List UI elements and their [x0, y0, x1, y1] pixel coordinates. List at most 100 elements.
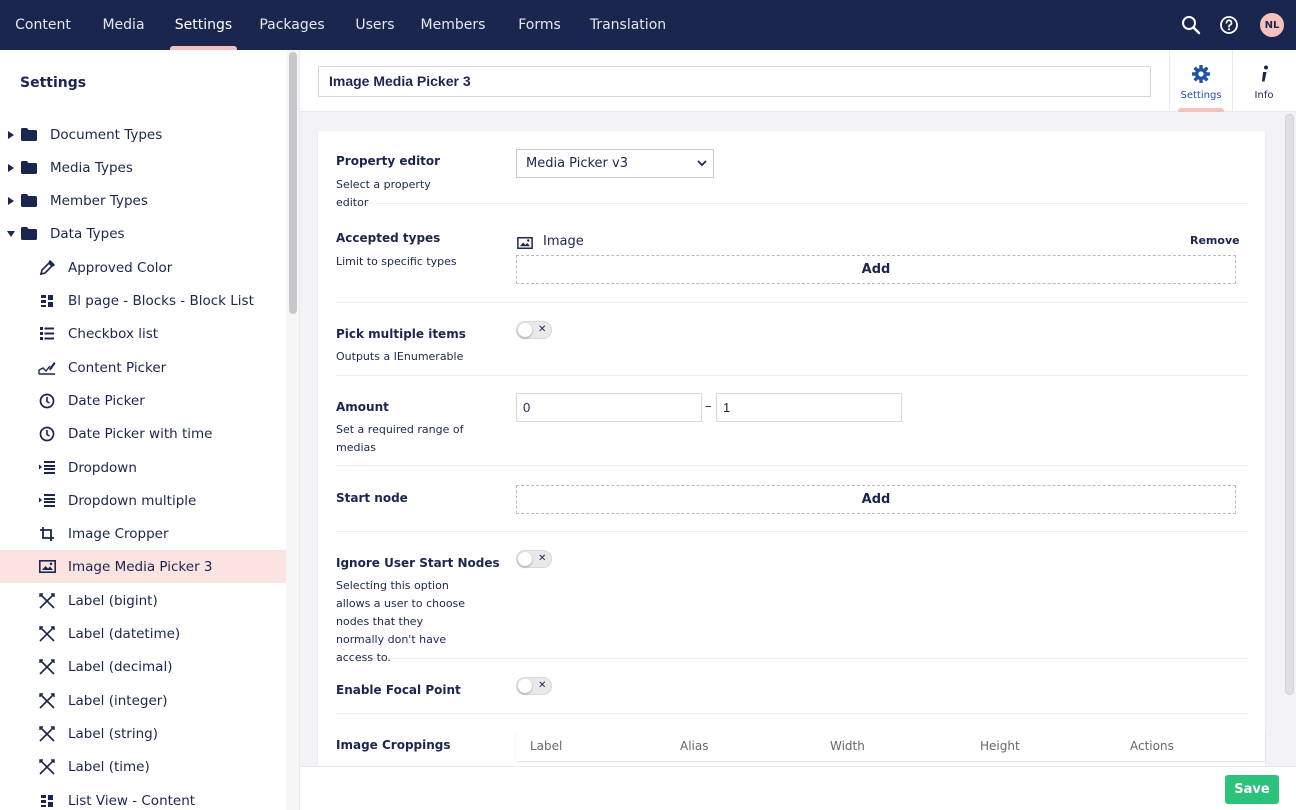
- settings-panel: Property editor Select a property editor…: [318, 131, 1265, 810]
- tree-item-image-media-picker-3[interactable]: Image Media Picker 3: [0, 550, 286, 583]
- close-icon: ✕: [538, 324, 547, 335]
- property-label: Start node: [336, 491, 408, 505]
- tree-label: Label (datetime): [68, 625, 181, 642]
- tree-item-label-bigint[interactable]: Label (bigint): [0, 584, 286, 617]
- crop-icon: [38, 525, 56, 543]
- folder-icon: [20, 126, 38, 144]
- column-width: Width: [830, 739, 865, 753]
- amount-max-input[interactable]: 1: [716, 393, 902, 422]
- property-editor-select[interactable]: Media Picker v3: [516, 149, 714, 178]
- block-list-icon: [38, 292, 56, 310]
- caret-right-icon[interactable]: [6, 130, 16, 140]
- checkbox-list-icon: [38, 325, 56, 343]
- property-label: Image Croppings: [336, 738, 451, 752]
- nav-packages[interactable]: Packages: [237, 0, 347, 50]
- caret-right-icon[interactable]: [6, 163, 16, 173]
- tab-settings-label: Settings: [1180, 90, 1222, 101]
- tree-label: Approved Color: [68, 259, 173, 276]
- nav-forms[interactable]: Forms: [503, 0, 576, 50]
- tree-item-dropdown-multiple[interactable]: Dropdown multiple: [0, 484, 286, 517]
- nav-members[interactable]: Members: [403, 0, 503, 50]
- chevron-down-icon: [697, 150, 707, 187]
- croppings-table-header: Label Alias Width Height Actions: [516, 731, 1265, 761]
- caret-down-icon[interactable]: [6, 229, 16, 239]
- nav-media[interactable]: Media: [86, 0, 161, 50]
- tree-label: Bl page - Blocks - Block List: [68, 292, 254, 309]
- tree-label: Member Types: [50, 192, 148, 209]
- sidebar-scrollbar-thumb[interactable]: [289, 52, 297, 314]
- tree-item-label-string[interactable]: Label (string): [0, 717, 286, 750]
- dropdown-list-icon: [38, 492, 56, 510]
- tree-label: Label (time): [68, 758, 150, 775]
- caret-right-icon[interactable]: [6, 196, 16, 206]
- label-icon: [38, 758, 56, 776]
- tree-section-media-types[interactable]: Media Types: [0, 151, 286, 184]
- nav-settings[interactable]: Settings: [170, 0, 237, 50]
- tree-item-approved-color[interactable]: Approved Color: [0, 251, 286, 284]
- tree-item-date-picker-with-time[interactable]: Date Picker with time: [0, 417, 286, 450]
- tab-info[interactable]: Info: [1232, 50, 1295, 112]
- tree-item-content-picker[interactable]: Content Picker: [0, 351, 286, 384]
- property-description: Outputs a IEnumerable: [336, 350, 464, 363]
- search-icon[interactable]: [1172, 0, 1210, 50]
- tree-section-data-types[interactable]: Data Types: [0, 217, 286, 250]
- toggle-knob: [518, 679, 532, 693]
- toggle-knob: [518, 323, 532, 337]
- editor-scrollbar[interactable]: [1283, 112, 1296, 767]
- pick-multiple-row: Pick multiple items Outputs a IEnumerabl…: [336, 303, 1248, 376]
- tree-item-label-decimal[interactable]: Label (decimal): [0, 650, 286, 683]
- tree-item-checkbox-list[interactable]: Checkbox list: [0, 317, 286, 350]
- tree-label: Label (decimal): [68, 658, 173, 675]
- tree-section-member-types[interactable]: Member Types: [0, 184, 286, 217]
- save-button[interactable]: Save: [1225, 775, 1279, 804]
- tree-section-document-types[interactable]: Document Types: [0, 118, 286, 151]
- property-editor-row: Property editor Select a property editor…: [336, 131, 1248, 209]
- tree-label: Document Types: [50, 126, 163, 143]
- tree-label: Label (integer): [68, 692, 168, 709]
- tab-settings[interactable]: Settings: [1169, 50, 1232, 112]
- tree-item-list-view-content[interactable]: List View - Content: [0, 784, 286, 810]
- amount-min-input[interactable]: 0: [516, 393, 702, 422]
- grid-icon: [38, 792, 56, 810]
- editor-scrollbar-thumb[interactable]: [1285, 114, 1294, 695]
- info-icon: [1254, 64, 1274, 87]
- tree-item-image-cropper[interactable]: Image Cropper: [0, 517, 286, 550]
- dropdown-list-icon: [38, 459, 56, 477]
- property-description: Limit to specific types: [336, 255, 457, 268]
- editor-area: Image Media Picker 3 Settings Info Prope…: [300, 50, 1296, 810]
- sidebar-scrollbar[interactable]: [286, 50, 300, 810]
- focal-point-toggle[interactable]: ✕: [516, 677, 552, 695]
- folder-icon: [20, 192, 38, 210]
- tree-item-label-integer[interactable]: Label (integer): [0, 684, 286, 717]
- user-avatar-button[interactable]: NL: [1248, 0, 1296, 50]
- datatype-name-input[interactable]: Image Media Picker 3: [318, 66, 1151, 97]
- property-label: Pick multiple items: [336, 327, 466, 341]
- nav-content[interactable]: Content: [0, 0, 86, 50]
- add-start-node-button[interactable]: Add: [516, 485, 1236, 514]
- column-height: Height: [980, 739, 1020, 753]
- help-icon[interactable]: [1210, 0, 1248, 50]
- tree-item-label-time[interactable]: Label (time): [0, 750, 286, 783]
- accepted-type-name: Image: [543, 234, 584, 249]
- tree-item-label-datetime[interactable]: Label (datetime): [0, 617, 286, 650]
- tree-title: Settings: [20, 75, 87, 91]
- nav-translation[interactable]: Translation: [576, 0, 680, 50]
- ignore-start-nodes-toggle[interactable]: ✕: [516, 550, 552, 568]
- top-tools: NL: [1172, 0, 1296, 50]
- pick-multiple-toggle[interactable]: ✕: [516, 321, 552, 339]
- focal-point-row: Enable Focal Point ✕: [336, 659, 1248, 714]
- content-picker-icon: [38, 359, 56, 377]
- select-value: Media Picker v3: [526, 156, 628, 171]
- tree-item-date-picker[interactable]: Date Picker: [0, 384, 286, 417]
- gear-icon: [1191, 64, 1211, 87]
- tree-item-block-list[interactable]: Bl page - Blocks - Block List: [0, 284, 286, 317]
- tree-item-dropdown[interactable]: Dropdown: [0, 451, 286, 484]
- nav-users[interactable]: Users: [347, 0, 403, 50]
- eyedropper-icon: [38, 259, 56, 277]
- property-label: Accepted types: [336, 231, 441, 245]
- add-type-button[interactable]: Add: [516, 255, 1236, 284]
- label-icon: [38, 692, 56, 710]
- remove-type-button[interactable]: Remove: [1190, 234, 1240, 247]
- tree-label: List View - Content: [68, 792, 196, 809]
- close-icon: ✕: [538, 680, 547, 691]
